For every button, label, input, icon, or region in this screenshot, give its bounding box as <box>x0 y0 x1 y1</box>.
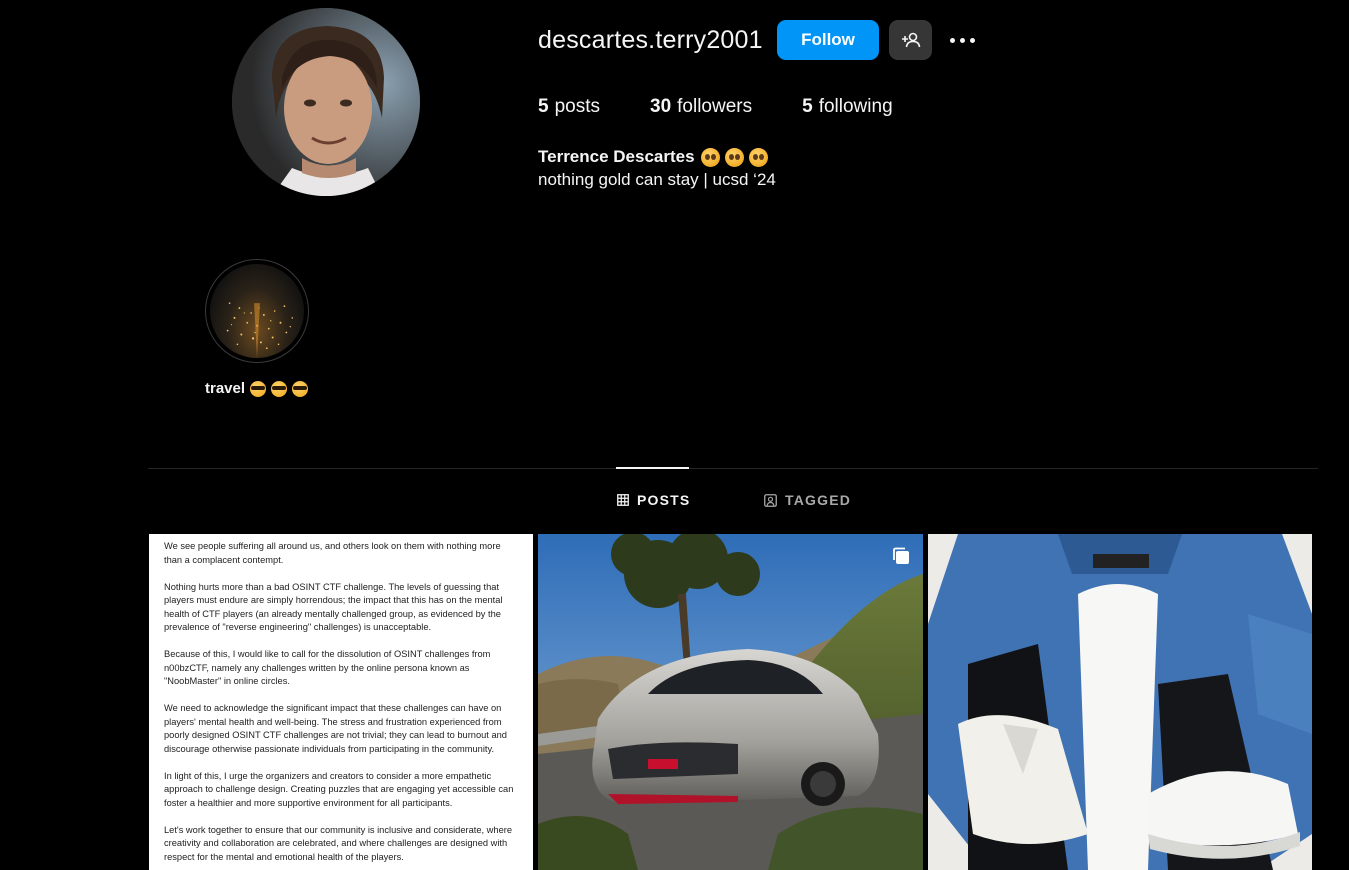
sunglasses-face-icon <box>250 380 267 397</box>
following-count-label: following <box>818 96 893 117</box>
tagged-user-icon <box>764 493 777 507</box>
outfit-photo <box>928 534 1312 870</box>
posts-count: 5 posts <box>538 96 600 118</box>
highlight-travel[interactable] <box>205 259 309 363</box>
active-tab-indicator <box>616 467 689 469</box>
post-paragraph: We see people suffering all around us, a… <box>164 541 501 565</box>
profile-avatar[interactable] <box>232 8 420 196</box>
tab-posts-label: POSTS <box>637 492 691 508</box>
following-link[interactable]: 5 following <box>802 96 893 118</box>
highlight-label: travel <box>205 380 309 397</box>
followers-link[interactable]: 30 followers <box>650 96 752 118</box>
tab-tagged[interactable]: TAGGED <box>764 492 851 508</box>
more-options-button[interactable] <box>942 20 982 60</box>
post-document-text: We see people suffering all around us, a… <box>149 534 533 864</box>
profile-full-name: Terrence Descartes <box>538 147 773 167</box>
pleading-face-icon <box>700 147 720 167</box>
car-photo <box>538 534 923 870</box>
pleading-face-icon <box>724 147 744 167</box>
post-paragraph: Let's work together to ensure that our c… <box>164 824 513 862</box>
follow-button[interactable]: Follow <box>777 20 879 60</box>
pleading-face-emojis <box>700 147 773 167</box>
highlight-label-text: travel <box>205 380 246 397</box>
followers-count-label: followers <box>677 96 753 117</box>
grid-icon <box>617 494 629 506</box>
profile-page: descartes.terry2001 Follow 5 posts 30 foll… <box>0 0 1349 870</box>
post-paragraph: In light of this, I urge the organizers … <box>164 770 514 808</box>
more-dot <box>969 37 975 43</box>
carousel-icon <box>893 547 909 564</box>
full-name-text: Terrence Descartes <box>538 147 695 166</box>
sunglasses-face-icon <box>271 380 288 397</box>
more-dot <box>959 37 965 43</box>
posts-count-label: posts <box>554 96 600 117</box>
tab-posts[interactable]: POSTS <box>617 492 690 508</box>
more-dots-icon <box>949 37 955 43</box>
profile-username: descartes.terry2001 <box>538 26 763 54</box>
following-count-number: 5 <box>802 96 813 117</box>
post-paragraph: Nothing hurts more than a bad OSINT CTF … <box>164 581 503 633</box>
profile-bio: nothing gold can stay | ucsd ‘24 <box>538 170 776 189</box>
post-outfit-photo[interactable] <box>928 534 1312 870</box>
posts-count-number: 5 <box>538 96 549 117</box>
sunglasses-face-icon <box>292 380 309 397</box>
post-paragraph: We need to acknowledge the significant i… <box>164 703 507 754</box>
highlight-cover-image <box>210 264 304 358</box>
post-car-photo[interactable] <box>538 534 923 870</box>
profile-stats: 5 posts 30 followers 5 following <box>538 96 943 118</box>
add-user-icon <box>901 32 920 48</box>
suggest-accounts-button[interactable] <box>889 20 932 60</box>
followers-count-number: 30 <box>650 96 672 117</box>
tab-tagged-label: TAGGED <box>785 492 852 508</box>
pleading-face-icon <box>748 147 768 167</box>
post-paragraph: Because of this, I would like to call fo… <box>164 649 491 686</box>
post-text-statement[interactable]: We see people suffering all around us, a… <box>149 534 533 870</box>
tabs-divider <box>148 468 1318 469</box>
